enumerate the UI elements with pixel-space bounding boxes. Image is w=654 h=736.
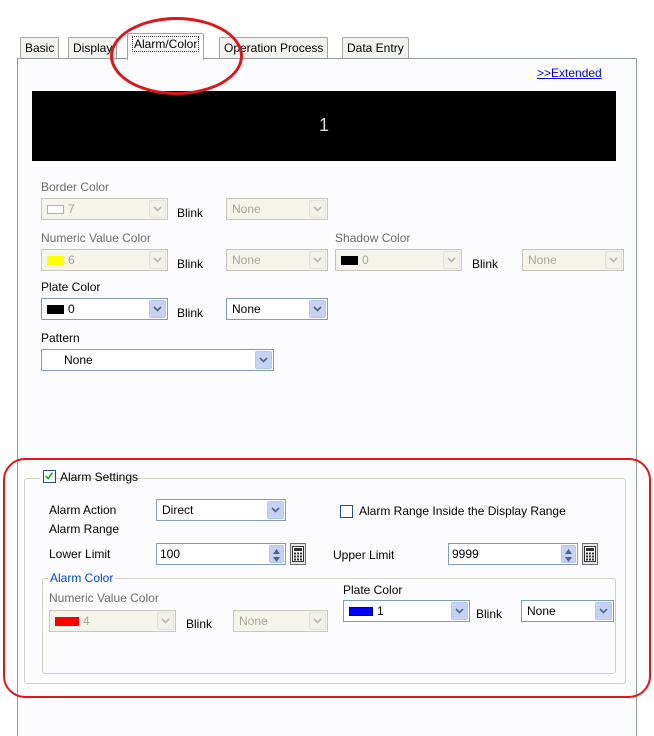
numeric-color-select[interactable]: 6 [41,249,168,271]
chevron-down-icon [605,251,622,269]
shadow-blink-value: None [528,253,557,267]
color-swatch [47,256,64,265]
shadow-color-label: Shadow Color [335,231,411,245]
chevron-down-icon [443,251,460,269]
chevron-down-icon [309,200,326,218]
border-blink-select[interactable]: None [226,198,328,220]
pattern-select[interactable]: None [41,349,274,371]
plate-blink-label: Blink [177,306,204,320]
color-swatch [341,256,358,265]
pattern-label: Pattern [41,331,80,345]
alarm-highlight-box [3,458,651,698]
shadow-color-select[interactable]: 0 [335,249,462,271]
plate-blink-value: None [232,302,261,316]
border-blink-label: Blink [177,206,204,220]
chevron-down-icon [149,200,166,218]
tab-highlight-oval [110,17,243,95]
shadow-color-value: 0 [362,253,369,267]
numeric-blink-select[interactable]: None [226,249,328,271]
numeric-color-label: Numeric Value Color [41,231,151,245]
display-preview: 1 [32,91,616,161]
border-blink-value: None [232,202,261,216]
pattern-value: None [64,353,93,367]
chevron-down-icon [149,251,166,269]
chevron-down-icon [255,351,272,369]
color-swatch [47,205,64,214]
color-swatch [47,305,64,314]
numeric-blink-label: Blink [177,257,204,271]
border-color-select[interactable]: 7 [41,198,168,220]
numeric-color-value: 6 [68,253,75,267]
border-color-value: 7 [68,202,75,216]
chevron-down-icon [309,251,326,269]
shadow-blink-label: Blink [472,257,499,271]
shadow-blink-select[interactable]: None [522,249,624,271]
plate-color-label: Plate Color [41,280,101,294]
plate-color-value: 0 [68,302,75,316]
plate-color-select[interactable]: 0 [41,298,168,320]
border-color-label: Border Color [41,180,110,194]
plate-blink-select[interactable]: None [226,298,328,320]
extended-link[interactable]: >>Extended [537,66,602,80]
chevron-down-icon [309,300,326,318]
numeric-blink-value: None [232,253,261,267]
preview-value: 1 [318,115,329,135]
chevron-down-icon [149,300,166,318]
